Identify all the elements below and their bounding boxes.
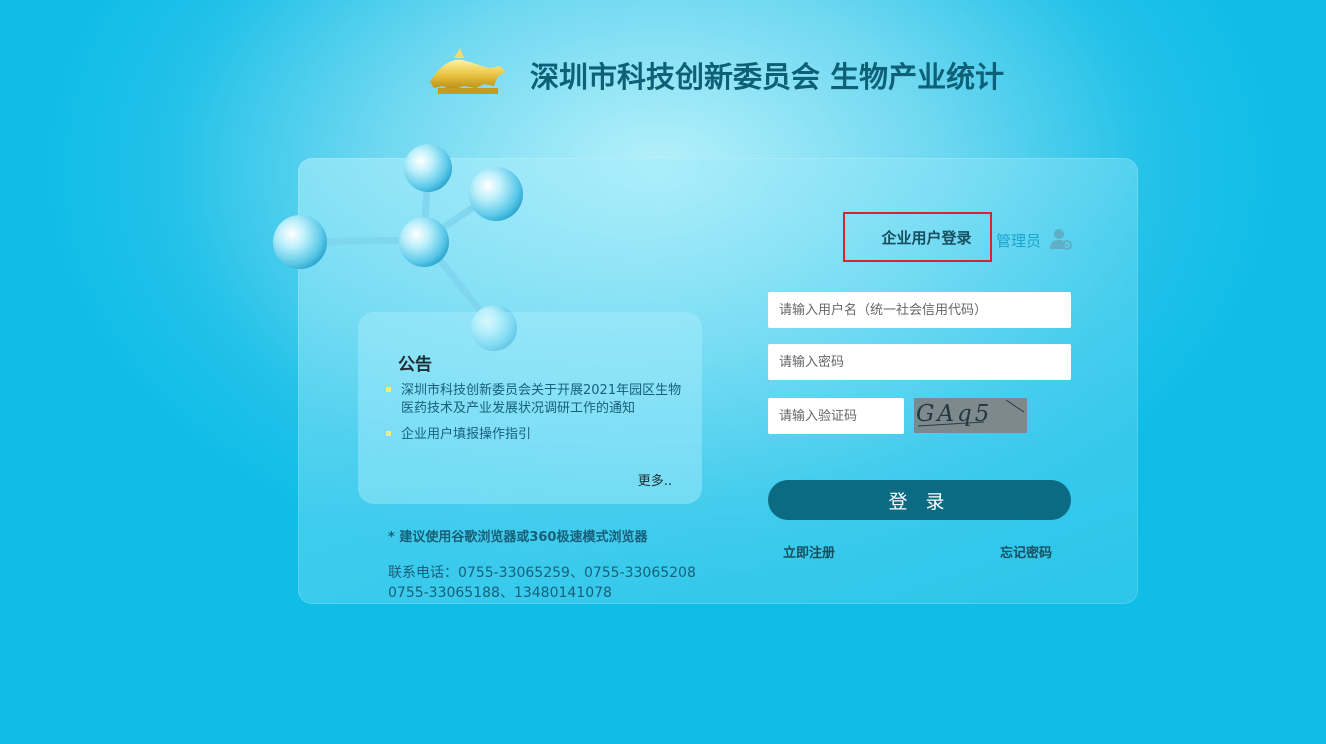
contact-line: 0755-33065188、13480141078 xyxy=(388,585,612,601)
notice-list: 深圳市科技创新委员会关于开展2021年园区生物医药技术及产业发展状况调研工作的通… xyxy=(386,382,686,452)
password-input[interactable] xyxy=(768,344,1071,380)
site-title: 深圳市科技创新委员会 生物产业统计 xyxy=(530,60,1005,94)
more-link[interactable]: 更多.. xyxy=(638,470,672,489)
username-input[interactable] xyxy=(768,292,1071,328)
square-bullet-icon xyxy=(386,387,391,392)
captcha-input[interactable] xyxy=(768,398,904,434)
contact-line: 联系电话：0755-33065259、0755-33065208 xyxy=(388,565,696,581)
captcha-text: GAq5 xyxy=(916,401,993,427)
login-button[interactable]: 登 录 xyxy=(768,480,1071,520)
contact-info: 联系电话：0755-33065259、0755-33065208 0755-33… xyxy=(388,563,696,603)
tab-enterprise-login[interactable]: 企业用户登录 xyxy=(843,212,992,262)
logo-icon xyxy=(430,48,506,94)
notice-link[interactable]: 深圳市科技创新委员会关于开展2021年园区生物医药技术及产业发展状况调研工作的通… xyxy=(401,383,681,416)
captcha-image[interactable]: GAq5 xyxy=(914,398,1027,433)
browser-tip: * 建议使用谷歌浏览器或360极速模式浏览器 xyxy=(388,530,648,545)
user-gear-icon[interactable] xyxy=(1050,228,1072,250)
tab-admin-login[interactable]: 管理员 xyxy=(996,230,1041,251)
forgot-password-link[interactable]: 忘记密码 xyxy=(1000,542,1052,561)
notice-link[interactable]: 企业用户填报操作指引 xyxy=(401,427,531,442)
header: 深圳市科技创新委员会 生物产业统计 xyxy=(420,40,1040,110)
square-bullet-icon xyxy=(386,431,391,436)
notice-title: 公告 xyxy=(398,355,432,375)
list-item[interactable]: 企业用户填报操作指引 xyxy=(386,426,686,444)
list-item[interactable]: 深圳市科技创新委员会关于开展2021年园区生物医药技术及产业发展状况调研工作的通… xyxy=(386,382,686,418)
notice-box: 公告 深圳市科技创新委员会关于开展2021年园区生物医药技术及产业发展状况调研工… xyxy=(358,312,702,504)
register-link[interactable]: 立即注册 xyxy=(783,542,835,561)
